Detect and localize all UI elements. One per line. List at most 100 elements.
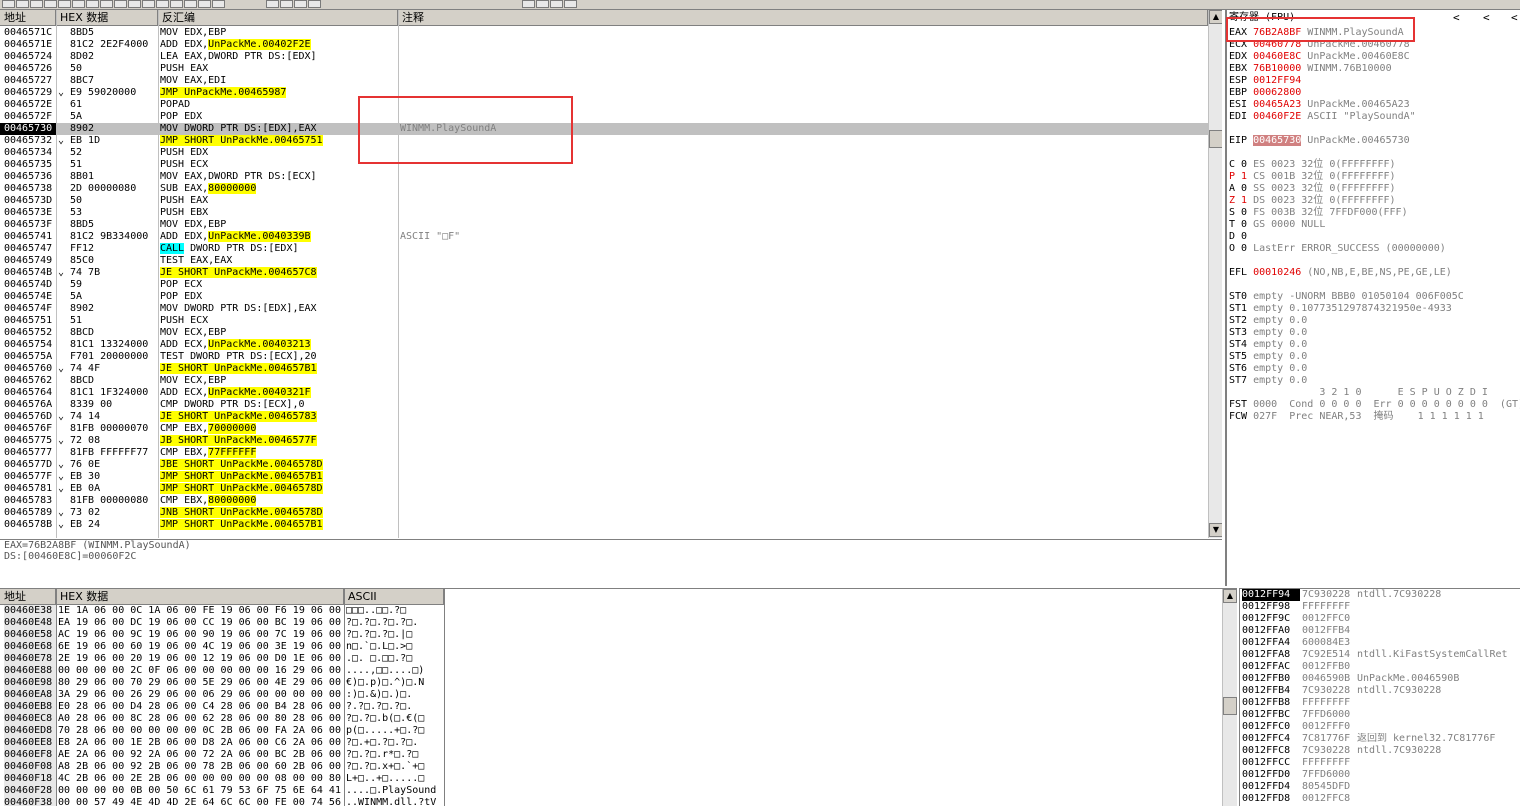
dump-row[interactable]: 00460EE8 E8 2A 06 00 1E 2B 06 00 D8 2A 06…: [0, 737, 446, 749]
disasm-row[interactable]: 00465762 8BCD MOV ECX,EBP: [0, 375, 1208, 387]
toolbar-button[interactable]: [184, 0, 197, 8]
disasm-row[interactable]: 0046574B ⌄ 74 7B JE SHORT UnPackMe.004657C8: [0, 267, 1208, 279]
disasm-row[interactable]: 00465752 8BCD MOV ECX,EBP: [0, 327, 1208, 339]
disasm-row[interactable]: 00465736 8B01 MOV EAX,DWORD PTR DS:[ECX]: [0, 171, 1208, 183]
disasm-row[interactable]: 0046576F 81FB 00000070 CMP EBX,70000000: [0, 423, 1208, 435]
col-header-comment[interactable]: 注释: [398, 10, 1208, 26]
toolbar-button[interactable]: [2, 0, 15, 8]
toolbar-button[interactable]: [198, 0, 211, 8]
register-value[interactable]: 00465730: [1253, 135, 1302, 146]
register-line[interactable]: ESP 0012FF94: [1229, 75, 1301, 87]
dump-row[interactable]: 00460EB8 E0 28 06 00 D4 28 06 00 C4 28 06…: [0, 701, 446, 713]
toolbar-button[interactable]: [16, 0, 29, 8]
disasm-row[interactable]: 0046571E 81C2 2E2F4000 ADD EDX,UnPackMe.00…: [0, 39, 1208, 51]
dump-scrollbar[interactable]: ▲: [1222, 589, 1237, 806]
disasm-row[interactable]: 0046578B ⌄ EB 24 JMP SHORT UnPackMe.004657B…: [0, 519, 1208, 531]
stack-row[interactable]: 0012FFB8 FFFFFFFF: [1240, 697, 1520, 709]
disasm-row[interactable]: 0046573D 50 PUSH EAX: [0, 195, 1208, 207]
register-line[interactable]: ST2 empty 0.0: [1229, 315, 1307, 327]
stack-row[interactable]: 0012FFC8 7C930228 ntdll.7C930228: [1240, 745, 1520, 757]
stack-row[interactable]: 0012FFC0 0012FFF0: [1240, 721, 1520, 733]
dump-row[interactable]: 00460EF8 AE 2A 06 00 92 2A 06 00 72 2A 06…: [0, 749, 446, 761]
stack-row[interactable]: 0012FFAC 0012FFB0: [1240, 661, 1520, 673]
stack-pane[interactable]: 0012FF94 7C930228 ntdll.7C930228 0012FF98 FF…: [1239, 588, 1520, 806]
toolbar-button[interactable]: [522, 0, 535, 8]
dump-row[interactable]: 00460E68 6E 19 06 00 60 19 06 00 4C 19 06…: [0, 641, 446, 653]
register-line[interactable]: ST4 empty 0.0: [1229, 339, 1307, 351]
disasm-row[interactable]: 00465747 FF12 CALL DWORD PTR DS:[EDX]: [0, 243, 1208, 255]
disasm-row[interactable]: 00465734 52 PUSH EDX: [0, 147, 1208, 159]
register-line[interactable]: FCW 027F Prec NEAR,53 掩码 1 1 1 1 1 1: [1229, 411, 1484, 423]
disasm-row[interactable]: 00465781 ⌄ EB 0A JMP SHORT UnPackMe.0046578…: [0, 483, 1208, 495]
dump-header-address[interactable]: 地址: [0, 589, 56, 605]
stack-row[interactable]: 0012FFB0 0046590B UnPackMe.0046590B: [1240, 673, 1520, 685]
nav-back-button[interactable]: <: [1511, 11, 1518, 24]
disasm-row[interactable]: 0046574D 59 POP ECX: [0, 279, 1208, 291]
register-line[interactable]: Z 1 DS 0023 32位 0(FFFFFFFF): [1229, 195, 1396, 207]
nav-back-button[interactable]: <: [1483, 11, 1490, 24]
dump-header-hex[interactable]: HEX 数据: [56, 589, 344, 605]
toolbar-button[interactable]: [114, 0, 127, 8]
disasm-row[interactable]: 00465754 81C1 13324000 ADD ECX,UnPackMe.00…: [0, 339, 1208, 351]
register-line[interactable]: A 0 SS 0023 32位 0(FFFFFFFF): [1229, 183, 1396, 195]
disasm-row[interactable]: 00465775 ⌄ 72 08 JB SHORT UnPackMe.0046577F: [0, 435, 1208, 447]
register-line[interactable]: C 0 ES 0023 32位 0(FFFFFFFF): [1229, 159, 1396, 171]
disassembly-pane[interactable]: 地址 HEX 数据 反汇编 注释 0046571C 8BD5 MOV EDX,EBP…: [0, 10, 1222, 538]
disasm-scrollbar[interactable]: ▲ ▼: [1208, 10, 1222, 538]
disasm-row[interactable]: 00465777 81FB FFFFFF77 CMP EBX,77FFFFFF: [0, 447, 1208, 459]
col-header-hex[interactable]: HEX 数据: [56, 10, 158, 26]
scroll-down-button[interactable]: ▼: [1209, 523, 1222, 537]
disasm-row[interactable]: 00465727 8BC7 MOV EAX,EDI: [0, 75, 1208, 87]
disasm-row[interactable]: 00465724 8D02 LEA EAX,DWORD PTR DS:[EDX]: [0, 51, 1208, 63]
col-header-disasm[interactable]: 反汇编: [158, 10, 398, 26]
scroll-thumb[interactable]: [1223, 697, 1237, 715]
stack-row[interactable]: 0012FFC4 7C81776F 返回到 kernel32.7C81776F: [1240, 733, 1520, 745]
dump-row[interactable]: 00460F08 A8 2B 06 00 92 2B 06 00 78 2B 06…: [0, 761, 446, 773]
dump-row[interactable]: 00460F18 4C 2B 06 00 2E 2B 06 00 00 00 00…: [0, 773, 446, 785]
disasm-row[interactable]: 00465730 8902 MOV DWORD PTR DS:[EDX],EAX WI…: [0, 123, 1208, 135]
dump-row[interactable]: 00460E98 80 29 06 00 70 29 06 00 5E 29 06…: [0, 677, 446, 689]
register-line[interactable]: O 0 LastErr ERROR_SUCCESS (00000000): [1229, 243, 1446, 255]
toolbar-button[interactable]: [280, 0, 293, 8]
register-value[interactable]: 00465A23: [1253, 99, 1301, 110]
register-line[interactable]: 3 2 1 0 E S P U O Z D I: [1229, 387, 1488, 399]
nav-back-button[interactable]: <: [1453, 11, 1460, 24]
disasm-row[interactable]: 00465749 85C0 TEST EAX,EAX: [0, 255, 1208, 267]
scroll-up-button[interactable]: ▲: [1223, 589, 1237, 603]
scroll-thumb[interactable]: [1209, 130, 1222, 148]
toolbar-button[interactable]: [212, 0, 225, 8]
register-line[interactable]: P 1 CS 001B 32位 0(FFFFFFFF): [1229, 171, 1396, 183]
disasm-row[interactable]: 00465738 2D 00000080 SUB EAX,80000000: [0, 183, 1208, 195]
disasm-row[interactable]: 00465729 ⌄ E9 59020000 JMP UnPackMe.0046598…: [0, 87, 1208, 99]
dump-row[interactable]: 00460E88 00 00 00 00 2C 0F 06 00 00 00 00…: [0, 665, 446, 677]
register-line[interactable]: D 0: [1229, 231, 1247, 243]
register-line[interactable]: EIP 00465730 UnPackMe.00465730: [1229, 135, 1410, 147]
disasm-row[interactable]: 0046572E 61 POPAD: [0, 99, 1208, 111]
toolbar-button[interactable]: [100, 0, 113, 8]
toolbar-button[interactable]: [564, 0, 577, 8]
disasm-row[interactable]: 00465751 51 PUSH ECX: [0, 315, 1208, 327]
disasm-row[interactable]: 0046573E 53 PUSH EBX: [0, 207, 1208, 219]
register-value[interactable]: 76B10000: [1253, 63, 1301, 74]
register-line[interactable]: ST5 empty 0.0: [1229, 351, 1307, 363]
stack-row[interactable]: 0012FFD0 7FFD6000: [1240, 769, 1520, 781]
stack-row[interactable]: 0012FF9C 0012FFC0: [1240, 613, 1520, 625]
stack-row[interactable]: 0012FF98 FFFFFFFF: [1240, 601, 1520, 613]
toolbar-button[interactable]: [170, 0, 183, 8]
disasm-row[interactable]: 00465764 81C1 1F324000 ADD ECX,UnPackMe.00…: [0, 387, 1208, 399]
register-line[interactable]: EBP 00062800: [1229, 87, 1301, 99]
col-header-address[interactable]: 地址: [0, 10, 56, 26]
dump-row[interactable]: 00460E58 AC 19 06 00 9C 19 06 00 90 19 06…: [0, 629, 446, 641]
stack-row[interactable]: 0012FFA8 7C92E514 ntdll.KiFastSystemCallRe…: [1240, 649, 1520, 661]
disasm-row[interactable]: 00465760 ⌄ 74 4F JE SHORT UnPackMe.004657B1: [0, 363, 1208, 375]
register-line[interactable]: EDI 00460F2E ASCII "PlaySoundA": [1229, 111, 1416, 123]
register-line[interactable]: ST0 empty -UNORM BBB0 01050104 006F005C: [1229, 291, 1464, 303]
toolbar-button[interactable]: [86, 0, 99, 8]
stack-row[interactable]: 0012FFD4 80545DFD: [1240, 781, 1520, 793]
register-value[interactable]: 00460F2E: [1253, 111, 1301, 122]
stack-row[interactable]: 0012FFBC 7FFD6000: [1240, 709, 1520, 721]
dump-row[interactable]: 00460E38 1E 1A 06 00 0C 1A 06 00 FE 19 06…: [0, 605, 446, 617]
toolbar-button[interactable]: [30, 0, 43, 8]
toolbar-button[interactable]: [550, 0, 563, 8]
register-line[interactable]: ST3 empty 0.0: [1229, 327, 1307, 339]
